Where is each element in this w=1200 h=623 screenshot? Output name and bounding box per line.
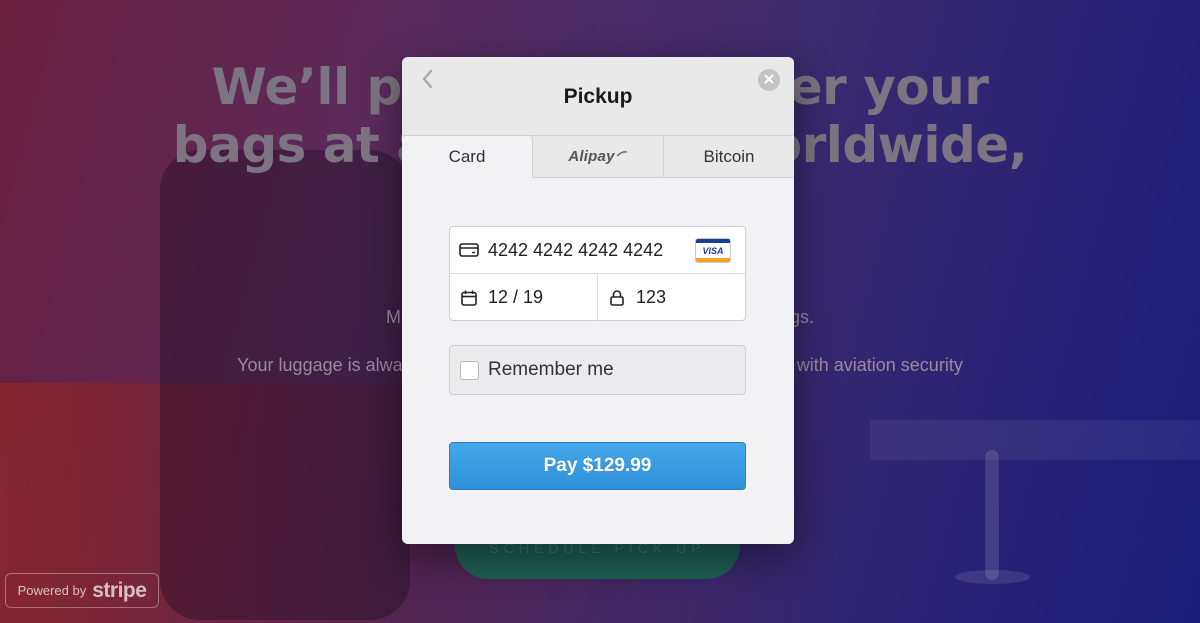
remember-me-toggle[interactable]: Remember me [449, 345, 746, 395]
background-glass-base [955, 570, 1030, 584]
background-shelf [870, 420, 1200, 460]
cvc-cell [598, 274, 745, 321]
powered-by-stripe-badge[interactable]: Powered by stripe [5, 573, 159, 608]
background-glass-image [985, 450, 999, 580]
card-details-box: VISA [449, 226, 746, 321]
tab-bitcoin[interactable]: Bitcoin [664, 136, 794, 178]
remember-me-checkbox[interactable] [460, 360, 479, 380]
visa-label: VISA [696, 243, 730, 258]
cvc-input[interactable] [636, 287, 736, 308]
card-number-row: VISA [450, 227, 745, 274]
card-expiry-cvc-row [450, 274, 745, 321]
visa-card-brand-icon: VISA [695, 238, 731, 263]
card-number-input[interactable] [488, 239, 698, 261]
payment-method-tabs: Card Alipay Bitcoin [402, 135, 794, 178]
tab-alipay[interactable]: Alipay [533, 136, 664, 178]
tab-card-label: Card [448, 146, 486, 166]
tab-card[interactable]: Card [402, 135, 533, 178]
checkout-modal: Pickup Card Alipay Bitcoin VISA [402, 57, 794, 544]
expiry-cell [450, 274, 598, 321]
lock-icon [598, 289, 636, 306]
modal-title: Pickup [563, 85, 633, 108]
expiry-input[interactable] [488, 287, 588, 308]
powered-by-label: Powered by [17, 583, 87, 598]
alipay-swoosh-icon [616, 150, 627, 157]
tab-bitcoin-label: Bitcoin [703, 146, 755, 166]
stripe-logo: stripe [92, 578, 147, 602]
modal-header: Pickup Card Alipay Bitcoin [402, 57, 794, 178]
background-suitcase-image [160, 150, 410, 620]
credit-card-icon [450, 243, 488, 257]
pay-button[interactable]: Pay $129.99 [449, 442, 746, 490]
alipay-logo: Alipay [568, 148, 615, 165]
calendar-icon [450, 290, 488, 306]
remember-me-label: Remember me [488, 359, 614, 380]
